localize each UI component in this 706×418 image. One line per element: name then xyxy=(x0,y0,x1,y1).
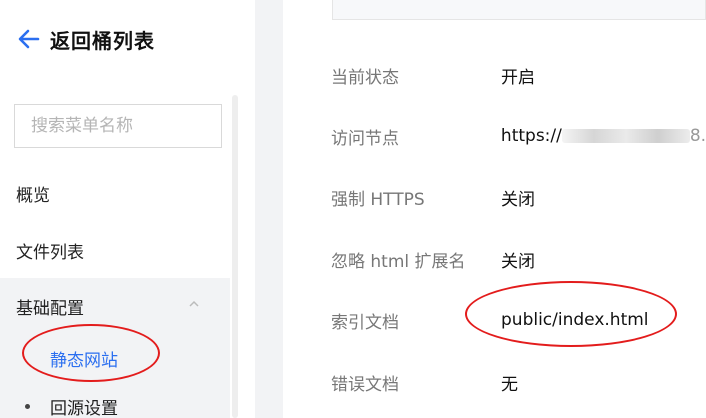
detail-value: 开启 xyxy=(501,67,535,88)
detail-row-error-doc: 错误文档 无 xyxy=(331,362,706,402)
detail-key: 访问节点 xyxy=(331,128,399,149)
top-panel xyxy=(332,0,706,20)
endpoint-prefix: https:// xyxy=(500,126,562,146)
redacted-blur xyxy=(561,129,690,143)
detail-value: public/index.html xyxy=(501,310,649,330)
sidebar-scrollbar[interactable] xyxy=(232,95,238,418)
chevron-up-icon xyxy=(189,300,199,307)
sidebar-subitem-static-website[interactable]: 静态网站 xyxy=(0,334,230,382)
endpoint-value[interactable]: https:// 8. xyxy=(501,126,706,146)
back-to-bucket-list-button[interactable]: 返回桶列表 xyxy=(18,24,155,54)
arrow-left-icon xyxy=(18,29,40,49)
detail-row-index-doc: 索引文档 public/index.html xyxy=(331,300,706,340)
detail-row-force-https: 强制 HTTPS 关闭 xyxy=(331,177,706,217)
panel-divider xyxy=(255,0,283,418)
detail-key: 忽略 html 扩展名 xyxy=(331,251,466,272)
detail-key: 当前状态 xyxy=(331,67,399,88)
sidebar-subitem-origin-settings[interactable]: 回源设置 xyxy=(0,382,230,418)
sidebar-item-overview[interactable]: 概览 xyxy=(0,165,230,221)
menu-search-input[interactable] xyxy=(15,105,250,147)
detail-key: 强制 HTTPS xyxy=(331,189,425,210)
sidebar-subitem-label: 回源设置 xyxy=(50,398,118,418)
back-label: 返回桶列表 xyxy=(50,28,155,53)
detail-value: 关闭 xyxy=(501,251,535,272)
sidebar-group-basic-config[interactable]: 基础配置 xyxy=(0,278,230,334)
sidebar-item-label: 基础配置 xyxy=(16,298,84,319)
sidebar-item-label: 文件列表 xyxy=(16,242,84,263)
detail-row-endpoint: 访问节点 https:// 8. xyxy=(331,116,706,156)
bullet-icon xyxy=(25,404,30,409)
endpoint-suffix: 8. xyxy=(689,126,706,146)
detail-key: 错误文档 xyxy=(331,374,399,395)
sidebar-subitem-label: 静态网站 xyxy=(50,350,118,371)
sidebar: 返回桶列表 概览 文件列表 基础配置 静态网站 回源设置 xyxy=(0,0,250,418)
sidebar-item-label: 概览 xyxy=(16,185,50,206)
sidebar-item-file-list[interactable]: 文件列表 xyxy=(0,222,230,278)
detail-row-ignore-html-ext: 忽略 html 扩展名 关闭 xyxy=(331,239,706,279)
menu-search-box xyxy=(14,104,250,148)
detail-row-status: 当前状态 开启 xyxy=(331,55,706,95)
detail-value: 无 xyxy=(501,374,518,395)
detail-key: 索引文档 xyxy=(331,312,399,333)
detail-value: 关闭 xyxy=(501,189,535,210)
